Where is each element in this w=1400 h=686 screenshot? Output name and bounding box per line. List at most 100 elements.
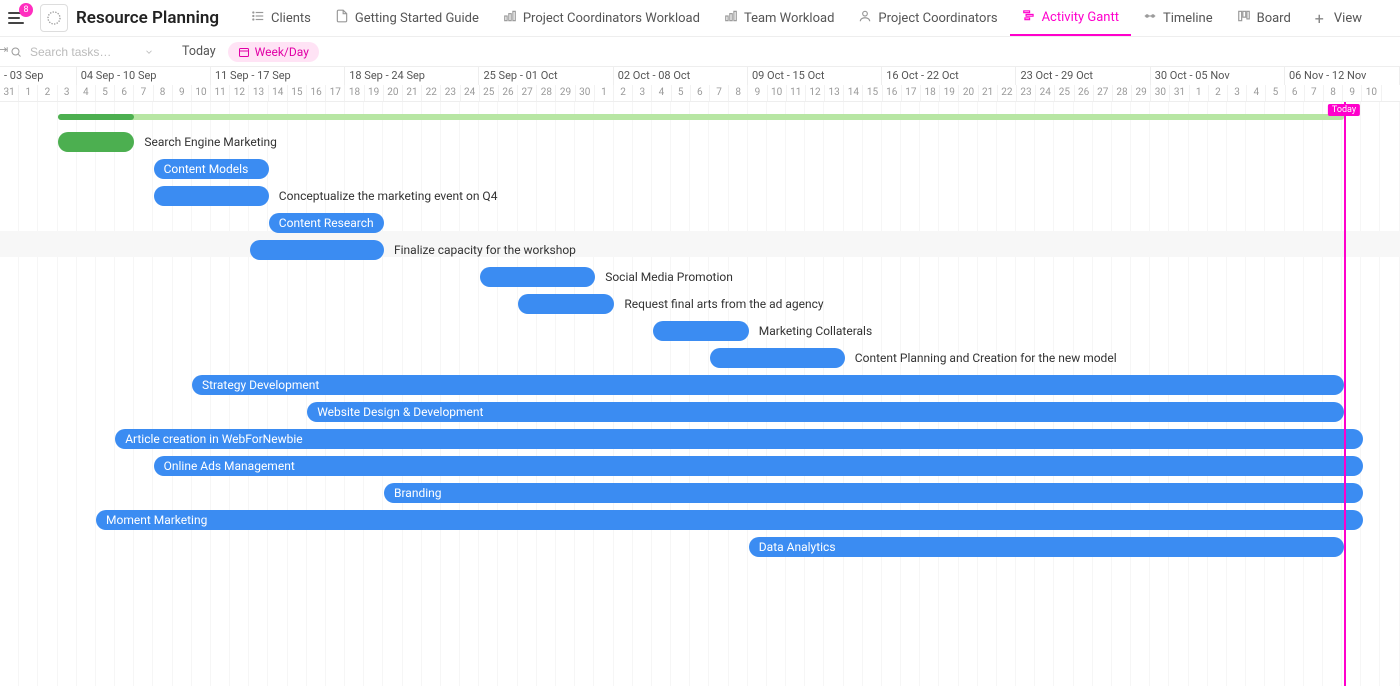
summary-bar-progress[interactable] xyxy=(58,114,135,120)
load-icon xyxy=(724,9,738,27)
day-header: 27 xyxy=(518,85,537,101)
day-header: 7 xyxy=(1305,85,1324,101)
day-header: 31 xyxy=(1170,85,1189,101)
week-header: 04 Sep - 10 Sep xyxy=(77,67,211,85)
task-bar[interactable]: Data Analytics xyxy=(749,537,1344,557)
day-header: 3 xyxy=(1228,85,1247,101)
day-header: 22 xyxy=(998,85,1017,101)
scale-label: Week/Day xyxy=(255,45,309,59)
tab-view[interactable]: +View xyxy=(1303,0,1374,36)
task-bar[interactable] xyxy=(58,132,135,152)
week-header: 23 Oct - 29 Oct xyxy=(1016,67,1150,85)
day-header: 7 xyxy=(134,85,153,101)
today-label: Today xyxy=(1328,104,1360,116)
gantt-toolbar: ⇥ Today Week/Day xyxy=(0,37,1400,67)
task-bar[interactable] xyxy=(480,267,595,287)
today-line xyxy=(1344,102,1346,686)
task-bar[interactable] xyxy=(154,186,269,206)
day-header: 23 xyxy=(1017,85,1036,101)
day-header: 20 xyxy=(959,85,978,101)
day-header: 1 xyxy=(1190,85,1209,101)
task-bar[interactable] xyxy=(653,321,749,341)
task-label: Social Media Promotion xyxy=(605,270,733,284)
search-box[interactable] xyxy=(10,44,170,60)
task-bar[interactable]: Article creation in WebForNewbie xyxy=(115,429,1363,449)
task-label: Content Research xyxy=(279,216,374,230)
day-header: 21 xyxy=(979,85,998,101)
task-label: Online Ads Management xyxy=(164,459,295,473)
week-header: - 03 Sep xyxy=(0,67,77,85)
day-header: 12 xyxy=(806,85,825,101)
tab-getting-started-guide[interactable]: Getting Started Guide xyxy=(323,0,491,36)
gantt-chart[interactable]: Search Engine Marketing Content Models Con… xyxy=(0,102,1400,686)
day-header: 15 xyxy=(863,85,882,101)
week-header: 25 Sep - 01 Oct xyxy=(479,67,613,85)
task-bar[interactable] xyxy=(250,240,384,260)
project-icon[interactable] xyxy=(40,4,68,32)
tab-board[interactable]: Board xyxy=(1225,0,1303,36)
day-header: 1 xyxy=(595,85,614,101)
week-header: 30 Oct - 05 Nov xyxy=(1151,67,1285,85)
day-header: 4 xyxy=(77,85,96,101)
day-header: 16 xyxy=(883,85,902,101)
day-header: 2 xyxy=(1209,85,1228,101)
task-label: Content Planning and Creation for the ne… xyxy=(855,351,1117,365)
task-bar[interactable]: Online Ads Management xyxy=(154,456,1364,476)
day-header: 17 xyxy=(326,85,345,101)
day-header: 14 xyxy=(844,85,863,101)
day-header: 18 xyxy=(921,85,940,101)
task-label: Search Engine Marketing xyxy=(144,135,277,149)
week-header: 02 Oct - 08 Oct xyxy=(614,67,748,85)
day-header: 7 xyxy=(710,85,729,101)
list-icon xyxy=(251,9,265,27)
scale-toggle[interactable]: Week/Day xyxy=(228,42,319,62)
task-bar[interactable] xyxy=(710,348,844,368)
today-button[interactable]: Today xyxy=(182,44,216,59)
task-bar[interactable]: Content Models xyxy=(154,159,269,179)
tab-clients[interactable]: Clients xyxy=(239,0,323,36)
day-header: 8 xyxy=(729,85,748,101)
summary-bar-total[interactable] xyxy=(58,114,1344,120)
week-header: 06 Nov - 12 Nov xyxy=(1285,67,1400,85)
app-header: 8 Resource Planning ClientsGetting Start… xyxy=(0,0,1400,37)
day-header: 13 xyxy=(825,85,844,101)
tab-activity-gantt[interactable]: Activity Gantt xyxy=(1010,0,1131,36)
task-bar[interactable]: Website Design & Development xyxy=(307,402,1344,422)
day-header: 25 xyxy=(480,85,499,101)
tab-project-coordinators-workload[interactable]: Project Coordinators Workload xyxy=(491,0,712,36)
task-bar[interactable]: Branding xyxy=(384,483,1363,503)
search-input[interactable] xyxy=(28,44,138,60)
task-bar[interactable]: Content Research xyxy=(269,213,384,233)
day-header: 10 xyxy=(1362,85,1381,101)
task-label: Conceptualize the marketing event on Q4 xyxy=(279,189,498,203)
day-header: 27 xyxy=(1094,85,1113,101)
tab-timeline[interactable]: Timeline xyxy=(1131,0,1225,36)
menu-button[interactable]: 8 xyxy=(8,8,28,28)
task-bar[interactable]: Strategy Development xyxy=(192,375,1344,395)
week-header: 11 Sep - 17 Sep xyxy=(211,67,345,85)
day-header: 28 xyxy=(1113,85,1132,101)
day-header: 10 xyxy=(192,85,211,101)
gantt-icon xyxy=(1022,8,1036,26)
day-header: 2 xyxy=(614,85,633,101)
day-header: 30 xyxy=(1151,85,1170,101)
day-header: 19 xyxy=(940,85,959,101)
day-header: 6 xyxy=(1286,85,1305,101)
tab-team-workload[interactable]: Team Workload xyxy=(712,0,846,36)
tab-project-coordinators[interactable]: Project Coordinators xyxy=(846,0,1009,36)
row-highlight xyxy=(0,231,1400,257)
task-label: Article creation in WebForNewbie xyxy=(125,432,302,446)
day-header: 31 xyxy=(0,85,19,101)
day-header: 8 xyxy=(1324,85,1343,101)
day-header: 14 xyxy=(269,85,288,101)
week-header: 16 Oct - 22 Oct xyxy=(882,67,1016,85)
people-icon xyxy=(858,9,872,27)
day-header: 11 xyxy=(787,85,806,101)
load-icon xyxy=(503,9,517,27)
week-header: 18 Sep - 24 Sep xyxy=(345,67,479,85)
collapse-panel-icon[interactable]: ⇥ xyxy=(0,43,13,56)
day-header: 30 xyxy=(576,85,595,101)
chevron-down-icon[interactable] xyxy=(144,47,154,57)
task-bar[interactable] xyxy=(518,294,614,314)
task-bar[interactable]: Moment Marketing xyxy=(96,510,1363,530)
